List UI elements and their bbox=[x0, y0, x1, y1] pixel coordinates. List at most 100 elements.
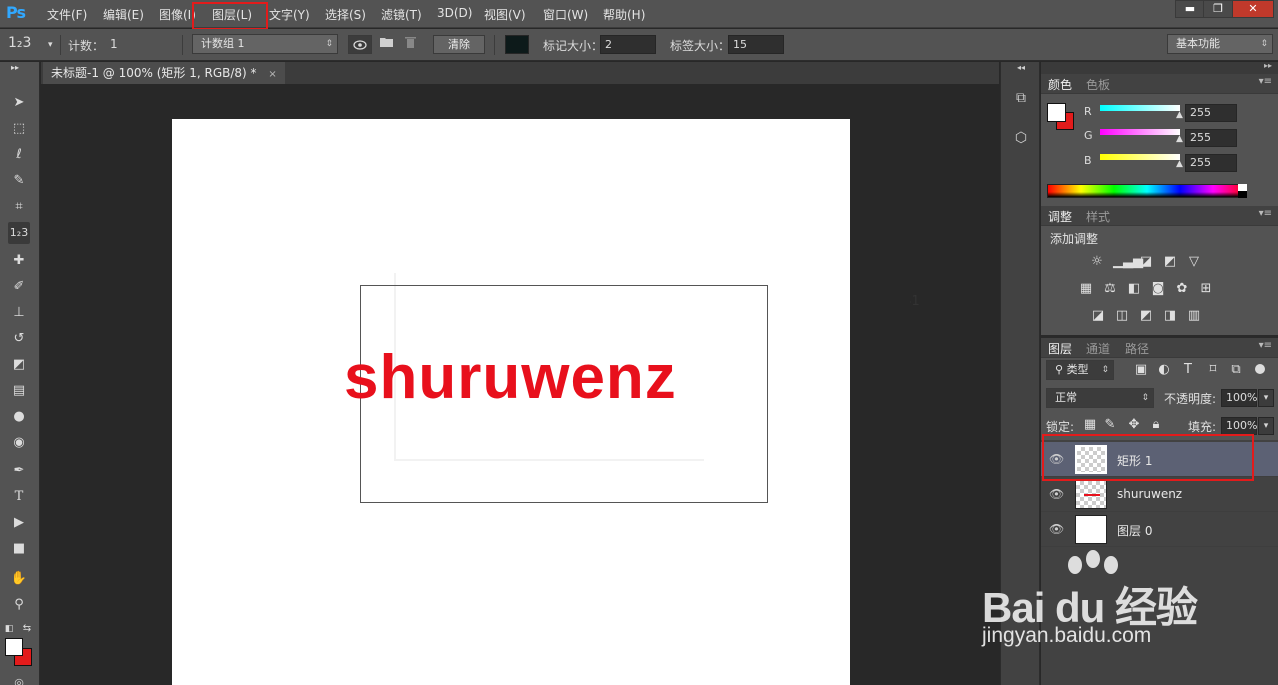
quick-mask-icon[interactable]: ◎ bbox=[8, 672, 30, 685]
collapse-arrows-icon[interactable]: ▸▸ bbox=[1264, 61, 1272, 70]
threshold-icon[interactable]: ◩ bbox=[1137, 307, 1155, 325]
close-tab-icon[interactable]: × bbox=[268, 69, 276, 80]
color-swatch[interactable] bbox=[505, 35, 529, 54]
lock-position-icon[interactable]: ✥ bbox=[1125, 416, 1143, 434]
menu-window[interactable]: 窗口(W) bbox=[543, 6, 588, 23]
tab-swatches[interactable]: 色板 bbox=[1086, 76, 1110, 93]
r-value-input[interactable]: 255 bbox=[1185, 104, 1237, 122]
trash-icon[interactable] bbox=[405, 36, 416, 51]
rectangle-tool-icon[interactable]: ■ bbox=[8, 538, 30, 560]
panel-menu-icon[interactable]: ▾≡ bbox=[1259, 76, 1272, 87]
eye-toggle-icon[interactable] bbox=[348, 35, 372, 54]
swap-colors-icon[interactable]: ⇆ bbox=[20, 618, 34, 640]
lasso-tool-icon[interactable]: ℓ bbox=[8, 144, 30, 166]
tab-styles[interactable]: 样式 bbox=[1086, 208, 1110, 225]
foreground-color-swatch[interactable] bbox=[5, 638, 23, 656]
invert-icon[interactable]: ◪ bbox=[1089, 307, 1107, 325]
filter-toggle-icon[interactable] bbox=[1255, 364, 1265, 374]
crop-tool-icon[interactable]: ⌗ bbox=[8, 196, 30, 218]
spectrum-white-swatch[interactable] bbox=[1238, 184, 1247, 191]
history-panel-icon[interactable]: ⧉ bbox=[1011, 88, 1031, 108]
b-value-input[interactable]: 255 bbox=[1185, 154, 1237, 172]
panel-menu-icon[interactable]: ▾≡ bbox=[1259, 208, 1272, 219]
color-balance-icon[interactable]: ⚖ bbox=[1101, 280, 1119, 298]
color-lookup-icon[interactable]: ⊞ bbox=[1197, 280, 1215, 298]
document-canvas[interactable]: shuruwenz ·1 bbox=[172, 119, 920, 685]
document-tab[interactable]: 未标题-1 @ 100% (矩形 1, RGB/8) * × bbox=[43, 62, 285, 84]
tab-layers[interactable]: 图层 bbox=[1048, 340, 1072, 357]
restore-button[interactable]: ❐ bbox=[1203, 0, 1233, 18]
blend-mode-select[interactable]: 正常 ⇕ bbox=[1046, 388, 1154, 408]
g-slider-handle-icon[interactable]: ▲ bbox=[1176, 134, 1183, 144]
blur-tool-icon[interactable]: ● bbox=[8, 406, 30, 428]
default-colors-icon[interactable]: ◧ bbox=[2, 618, 16, 640]
filter-pixel-icon[interactable]: ▣ bbox=[1132, 361, 1150, 379]
canvas-text-layer[interactable]: shuruwenz bbox=[344, 347, 677, 409]
menu-filter[interactable]: 滤镜(T) bbox=[381, 6, 422, 23]
channel-mixer-icon[interactable]: ✿ bbox=[1173, 280, 1191, 298]
marquee-tool-icon[interactable]: ⬚ bbox=[8, 118, 30, 140]
count-tool-icon[interactable]: 1₂3 bbox=[8, 222, 30, 244]
curves-icon[interactable]: ◪ bbox=[1137, 253, 1155, 271]
eraser-tool-icon[interactable]: ◩ bbox=[8, 354, 30, 376]
menu-help[interactable]: 帮助(H) bbox=[603, 6, 645, 23]
pen-tool-icon[interactable]: ✒ bbox=[8, 460, 30, 482]
filter-adjustment-icon[interactable]: ◐ bbox=[1155, 361, 1173, 379]
brightness-icon[interactable]: ☼ bbox=[1088, 253, 1106, 271]
type-tool-icon[interactable]: T bbox=[8, 486, 30, 508]
close-button[interactable]: ✕ bbox=[1232, 0, 1274, 18]
count-group-select[interactable]: 计数组 1 ⇕ bbox=[192, 34, 338, 54]
folder-icon[interactable] bbox=[380, 36, 393, 50]
visibility-eye-icon[interactable]: 👁︎ bbox=[1049, 522, 1064, 536]
collapse-arrows-icon[interactable]: ◂◂ bbox=[1011, 62, 1031, 74]
exposure-icon[interactable]: ◩ bbox=[1161, 253, 1179, 271]
tab-paths[interactable]: 路径 bbox=[1125, 340, 1149, 357]
tab-color[interactable]: 颜色 bbox=[1048, 76, 1072, 93]
marker-size-input[interactable]: 2 bbox=[600, 35, 656, 54]
gradient-tool-icon[interactable]: ▤ bbox=[8, 380, 30, 402]
canvas-workspace[interactable]: shuruwenz ·1 bbox=[41, 84, 999, 685]
selective-color-icon[interactable]: ◨ bbox=[1161, 307, 1179, 325]
path-selection-tool-icon[interactable]: ▶ bbox=[8, 512, 30, 534]
r-slider-handle-icon[interactable]: ▲ bbox=[1176, 110, 1183, 120]
g-slider[interactable] bbox=[1100, 129, 1180, 135]
menu-image[interactable]: 图像(I) bbox=[159, 6, 196, 23]
minimize-button[interactable]: ▬ bbox=[1175, 0, 1205, 18]
tab-channels[interactable]: 通道 bbox=[1086, 340, 1110, 357]
tool-preset-arrow-icon[interactable]: ▾ bbox=[48, 40, 53, 50]
layer-row[interactable]: 👁︎ 图层 0 bbox=[1041, 512, 1278, 547]
history-brush-tool-icon[interactable]: ↺ bbox=[8, 328, 30, 350]
dodge-tool-icon[interactable]: ◉ bbox=[8, 432, 30, 454]
lock-pixels-icon[interactable]: ✎ bbox=[1101, 416, 1119, 434]
visibility-eye-icon[interactable]: 👁︎ bbox=[1049, 487, 1064, 501]
levels-icon[interactable]: ▁▃▅ bbox=[1113, 253, 1143, 271]
g-value-input[interactable]: 255 bbox=[1185, 129, 1237, 147]
collapse-arrows-icon[interactable]: ▸▸ bbox=[4, 62, 26, 74]
r-slider[interactable] bbox=[1100, 105, 1180, 111]
b-slider[interactable] bbox=[1100, 154, 1180, 160]
menu-view[interactable]: 视图(V) bbox=[484, 6, 526, 23]
move-tool-icon[interactable]: ➤ bbox=[8, 92, 30, 114]
brush-tool-icon[interactable]: ✐ bbox=[8, 276, 30, 298]
count-tool-icon[interactable]: 1₂3 bbox=[8, 35, 31, 51]
menu-select[interactable]: 选择(S) bbox=[325, 6, 366, 23]
zoom-tool-icon[interactable]: ⚲ bbox=[8, 594, 30, 616]
quick-select-tool-icon[interactable]: ✎ bbox=[8, 170, 30, 192]
layer-row[interactable]: 👁︎ shuruwenz bbox=[1041, 477, 1278, 512]
hue-saturation-icon[interactable]: ▦ bbox=[1077, 280, 1095, 298]
fill-dropdown-icon[interactable]: ▾ bbox=[1258, 417, 1274, 435]
workspace-select[interactable]: 基本功能 ⇕ bbox=[1167, 34, 1273, 54]
menu-type[interactable]: 文字(Y) bbox=[269, 6, 310, 23]
layer-filter-select[interactable]: ⚲ 类型 ⇕ bbox=[1046, 360, 1114, 380]
label-size-input[interactable]: 15 bbox=[728, 35, 784, 54]
3d-panel-icon[interactable]: ⬡ bbox=[1011, 128, 1031, 148]
lock-transparent-icon[interactable]: ▦ bbox=[1081, 416, 1099, 434]
clear-button[interactable]: 清除 bbox=[433, 35, 485, 54]
posterize-icon[interactable]: ◫ bbox=[1113, 307, 1131, 325]
color-spectrum-bar[interactable] bbox=[1047, 184, 1247, 198]
tab-adjustments[interactable]: 调整 bbox=[1048, 208, 1072, 225]
filter-shape-icon[interactable]: ⌑ bbox=[1204, 361, 1222, 379]
hand-tool-icon[interactable]: ✋ bbox=[8, 568, 30, 590]
color-foreground-swatch[interactable] bbox=[1047, 103, 1066, 122]
menu-file[interactable]: 文件(F) bbox=[47, 6, 87, 23]
